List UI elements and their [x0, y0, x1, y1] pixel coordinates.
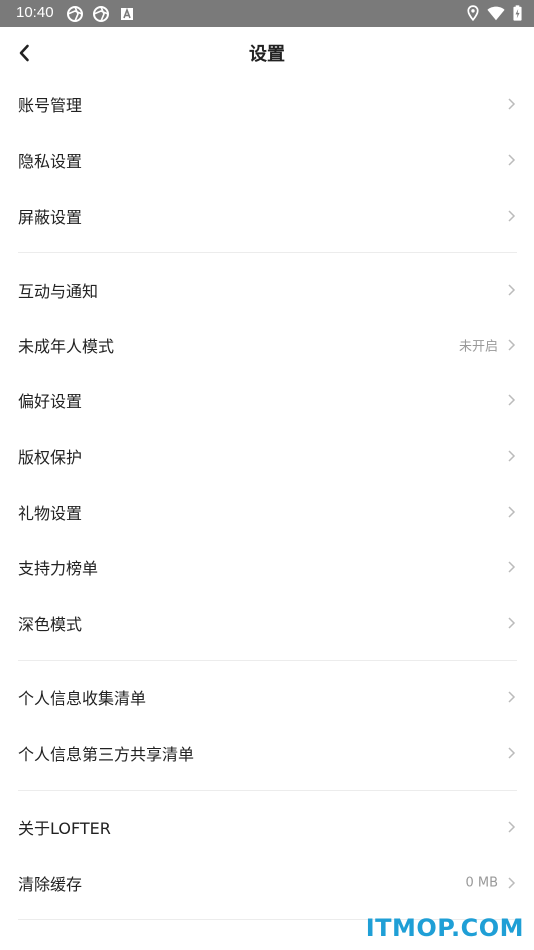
settings-row-support-ranking[interactable]: 支持力榜单: [0, 539, 534, 595]
settings-row-label: 清除缓存: [18, 875, 83, 894]
status-time: 10:40: [16, 4, 54, 21]
settings-row-interaction-notifications[interactable]: 互动与通知: [0, 262, 534, 318]
settings-row-label: 屏蔽设置: [18, 208, 83, 227]
watermark: ITMOP.COM: [365, 914, 524, 942]
settings-row-label: 偏好设置: [18, 392, 83, 411]
wifi-icon: [487, 6, 505, 21]
location-icon: [467, 5, 479, 22]
settings-row-third-party-sharing[interactable]: 个人信息第三方共享清单: [0, 725, 534, 781]
chevron-right-icon: [508, 877, 516, 889]
chevron-right-icon: [508, 617, 516, 629]
settings-row-about[interactable]: 关于LOFTER: [0, 799, 534, 855]
section-divider: [18, 252, 517, 253]
section-divider: [18, 660, 517, 661]
chevron-right-icon: [508, 506, 516, 518]
battery-charging-icon: [513, 5, 522, 21]
settings-row-label: 账号管理: [18, 96, 83, 115]
settings-row-privacy[interactable]: 隐私设置: [0, 132, 534, 188]
settings-row-label: 隐私设置: [18, 152, 83, 171]
settings-row-label: 礼物设置: [18, 504, 83, 523]
navigation-header: 设置: [0, 27, 534, 79]
page-title: 设置: [249, 44, 285, 65]
settings-row-label: 深色模式: [18, 615, 83, 634]
settings-row-account[interactable]: 账号管理: [0, 76, 534, 132]
settings-row-label: 版权保护: [18, 448, 83, 467]
chevron-right-icon: [508, 154, 516, 166]
aperture-icon: [93, 6, 109, 22]
chevron-right-icon: [508, 339, 516, 351]
chevron-right-icon: [508, 691, 516, 703]
settings-row-label: 未成年人模式: [18, 337, 115, 356]
status-bar: 10:40: [0, 0, 534, 27]
chevron-right-icon: [508, 821, 516, 833]
settings-row-label: 支持力榜单: [18, 559, 99, 578]
settings-row-block[interactable]: 屏蔽设置: [0, 188, 534, 244]
app-a-icon: [121, 7, 133, 20]
settings-row-clear-cache[interactable]: 清除缓存 0 MB: [0, 855, 534, 911]
settings-row-label: 个人信息第三方共享清单: [18, 745, 195, 764]
settings-row-gifts[interactable]: 礼物设置: [0, 484, 534, 540]
chevron-right-icon: [508, 284, 516, 296]
status-notification-icons: [66, 5, 136, 23]
chevron-right-icon: [508, 210, 516, 222]
settings-row-value: 未开启: [458, 339, 498, 355]
settings-row-personal-info-collection[interactable]: 个人信息收集清单: [0, 669, 534, 725]
chevron-right-icon: [508, 98, 516, 110]
chevron-right-icon: [508, 747, 516, 759]
settings-row-dark-mode[interactable]: 深色模式: [0, 595, 534, 651]
settings-row-label: 个人信息收集清单: [18, 689, 147, 708]
status-system-icons: [467, 4, 522, 22]
chevron-right-icon: [508, 394, 516, 406]
settings-row-value: 0 MB: [465, 875, 498, 891]
chevron-right-icon: [508, 561, 516, 573]
settings-row-label: 关于LOFTER: [18, 819, 111, 838]
settings-row-minor-mode[interactable]: 未成年人模式 未开启: [0, 317, 534, 373]
chevron-right-icon: [508, 450, 516, 462]
section-divider: [18, 790, 517, 791]
settings-row-label: 互动与通知: [18, 282, 99, 301]
settings-row-preferences[interactable]: 偏好设置: [0, 372, 534, 428]
aperture-icon: [67, 6, 83, 22]
settings-row-copyright[interactable]: 版权保护: [0, 428, 534, 484]
